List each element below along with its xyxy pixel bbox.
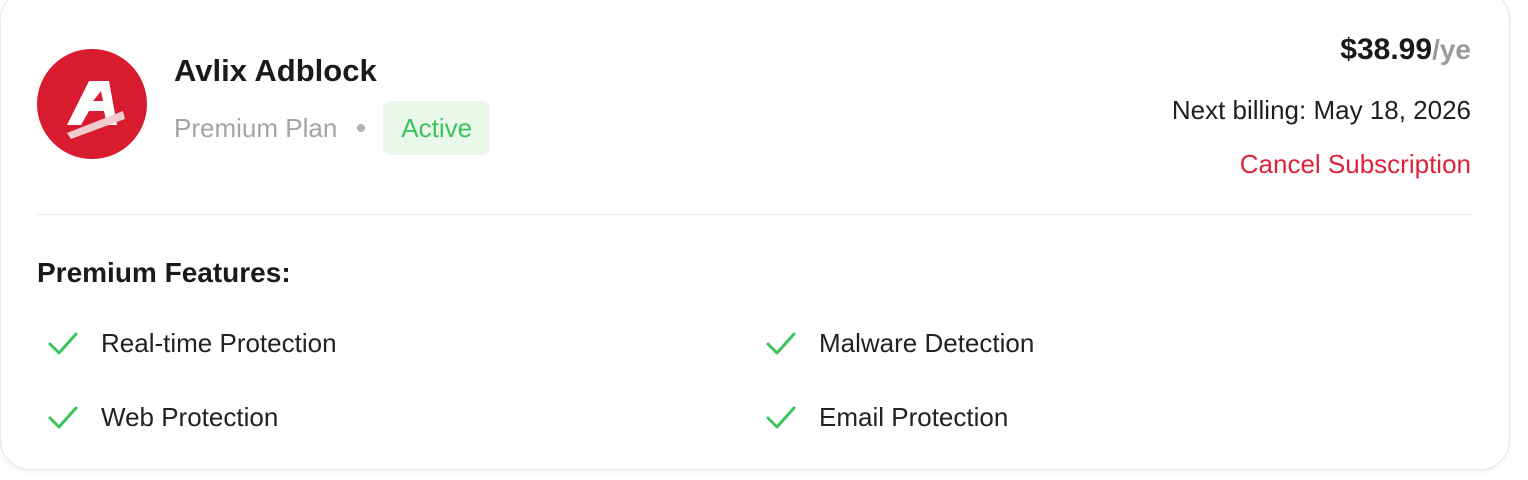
feature-label: Web Protection xyxy=(101,401,279,432)
feature-label: Malware Detection xyxy=(819,327,1035,358)
avlix-logo-icon xyxy=(37,49,147,159)
plan-row: Premium Plan Active xyxy=(174,101,491,155)
divider xyxy=(37,214,1471,215)
price-period: /ye xyxy=(1432,34,1471,65)
check-icon xyxy=(48,332,78,355)
separator-dot xyxy=(357,124,366,132)
feature-item: Email Protection xyxy=(763,397,1008,437)
feature-item: Real-time Protection xyxy=(45,323,337,363)
check-icon xyxy=(766,406,796,429)
price-amount: $38.99 xyxy=(1340,33,1433,66)
price: $38.99/ye xyxy=(1340,33,1471,67)
app-name: Avlix Adblock xyxy=(174,53,377,88)
feature-label: Real-time Protection xyxy=(101,327,337,358)
features-title: Premium Features: xyxy=(37,257,291,288)
feature-label: Email Protection xyxy=(819,401,1009,432)
plan-name: Premium Plan xyxy=(174,112,338,143)
next-billing-date: Next billing: May 18, 2026 xyxy=(1171,95,1471,125)
feature-item: Malware Detection xyxy=(763,323,1034,363)
status-badge: Active xyxy=(383,101,491,155)
subscription-card: Avlix Adblock Premium Plan Active $38.99… xyxy=(0,0,1510,470)
cancel-subscription-link[interactable]: Cancel Subscription xyxy=(1240,149,1471,180)
check-icon xyxy=(766,332,796,355)
check-icon xyxy=(48,406,78,429)
feature-item: Web Protection xyxy=(45,397,278,437)
